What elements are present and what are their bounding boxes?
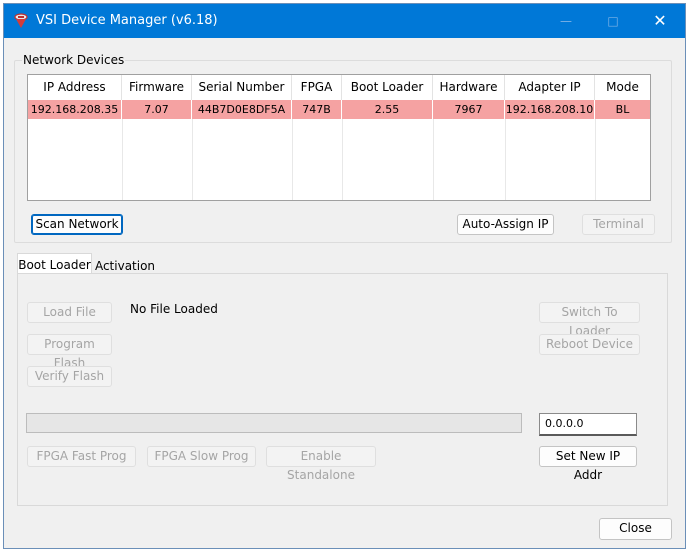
column-header[interactable]: IP Address [28,75,122,100]
cell-serial-number: 44B7D0E8DF5A [192,100,292,119]
cell-firmware: 7.07 [122,100,192,119]
reboot-device-button[interactable]: Reboot Device [539,334,640,355]
window-title: VSI Device Manager (v6.18) [36,13,218,28]
auto-assign-ip-button[interactable]: Auto-Assign IP [457,214,554,235]
cell-hardware: 7967 [433,100,505,119]
fpga-fast-prog-button[interactable]: FPGA Fast Prog [27,446,136,467]
flash-progress-bar [26,413,522,433]
column-header[interactable]: Serial Number [192,75,292,100]
app-logo-icon [14,13,28,28]
close-window-button[interactable]: ✕ [637,4,683,38]
fpga-slow-prog-button[interactable]: FPGA Slow Prog [147,446,256,467]
maximize-icon: □ [607,14,619,28]
column-header[interactable]: Boot Loader [342,75,433,100]
title-bar[interactable]: VSI Device Manager (v6.18) — □ ✕ [4,4,685,38]
new-ip-input[interactable]: 0.0.0.0 [539,413,637,436]
column-header[interactable]: FPGA [292,75,342,100]
load-file-button[interactable]: Load File [27,302,112,323]
cell-boot-loader: 2.55 [342,100,433,119]
close-button[interactable]: Close [599,518,672,540]
close-icon: ✕ [653,11,667,30]
column-header[interactable]: Adapter IP [505,75,595,100]
program-flash-button[interactable]: Program Flash [27,334,112,370]
switch-to-loader-button[interactable]: Switch To Loader [539,302,640,338]
cell-ip-address: 192.168.208.35 [28,100,122,119]
tab-boot-loader[interactable]: Boot Loader [17,253,92,274]
column-header[interactable]: Hardware [433,75,505,100]
minimize-button[interactable]: — [543,4,589,38]
minimize-icon: — [560,14,572,28]
table-row[interactable]: 192.168.208.35 7.07 44B7D0E8DF5A 747B 2.… [28,100,650,119]
file-status-text: No File Loaded [130,302,218,316]
column-header[interactable]: Firmware [122,75,192,100]
column-header[interactable]: Mode [595,75,650,100]
set-new-ip-button[interactable]: Set New IP Addr [539,446,637,482]
scan-network-button[interactable]: Scan Network [31,214,123,235]
cell-mode: BL [615,103,630,116]
maximize-button[interactable]: □ [590,4,636,38]
cell-fpga: 747B [292,100,342,119]
cell-adapter-ip: 192.168.208.10 [505,100,595,119]
devices-grid[interactable]: IP Address Firmware Serial Number FPGA B… [27,74,651,201]
verify-flash-button[interactable]: Verify Flash [27,366,112,387]
terminal-button[interactable]: Terminal [582,214,655,235]
network-devices-label: Network Devices [22,53,126,67]
enable-standalone-button[interactable]: Enable Standalone [266,446,376,482]
